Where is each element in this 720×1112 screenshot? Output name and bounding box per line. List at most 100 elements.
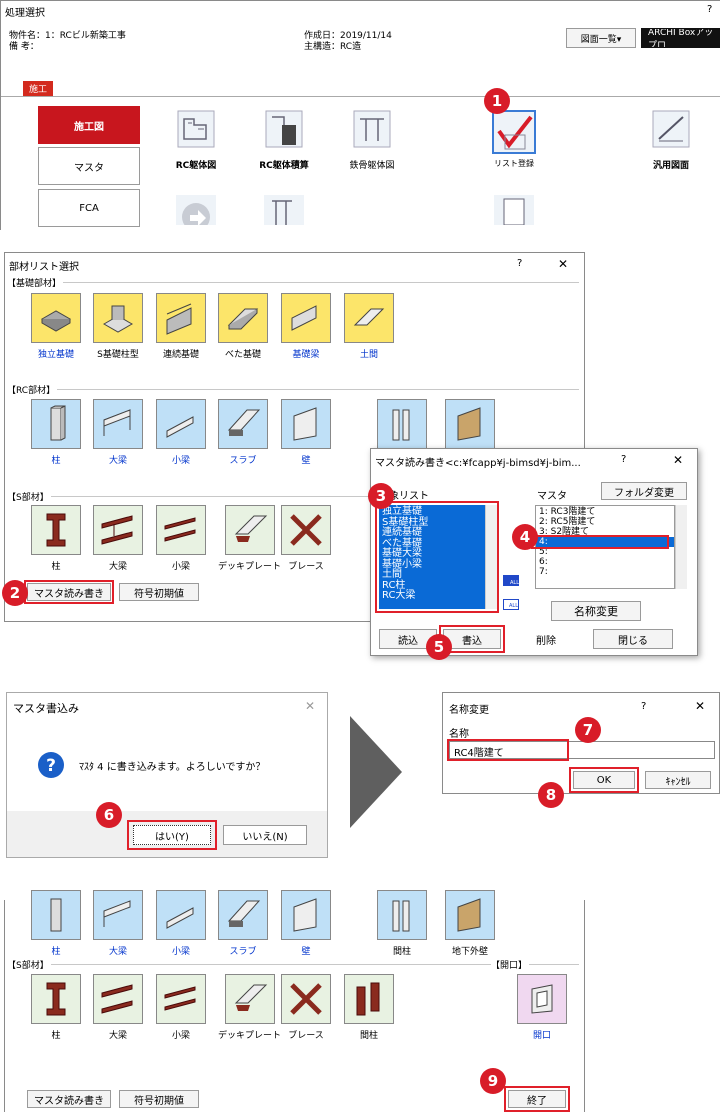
side-button-sekouzu[interactable]: 施工図 xyxy=(38,106,140,144)
divider xyxy=(13,282,579,283)
dialog-title: マスタ読み書き<c:¥fcapp¥j-bimsd¥j-bim... xyxy=(375,458,581,469)
list-item[interactable]: 1: RC3階建て xyxy=(539,507,671,517)
rc-item-basement-wall[interactable] xyxy=(445,399,495,449)
master-list-scrollbar[interactable] xyxy=(675,505,687,589)
rc-structure-drawing-item[interactable]: RC躯体図 xyxy=(171,109,221,171)
continuous-footing-icon xyxy=(156,293,206,343)
rc-item-stud[interactable] xyxy=(377,399,427,449)
rc-item-beam[interactable]: 小梁 xyxy=(156,890,206,957)
rename-button[interactable]: 名称変更 xyxy=(551,601,641,621)
s-item-girder[interactable]: 大梁 xyxy=(93,974,143,1041)
item-label: 土間 xyxy=(359,350,378,360)
code-initial-value-button[interactable]: 符号初期値 xyxy=(119,583,199,601)
rc-item-girder[interactable]: 大梁 xyxy=(93,399,143,466)
help-button[interactable]: ? xyxy=(517,258,522,269)
frame-drawing-icon[interactable] xyxy=(264,195,304,225)
rc-stud-column-icon xyxy=(377,890,427,940)
foundation-item-beam[interactable]: 基礎梁 xyxy=(281,293,331,360)
list-register-item[interactable]: リスト登録 xyxy=(489,109,539,169)
item-label: 柱 xyxy=(51,1031,61,1041)
highlight-box xyxy=(447,739,569,761)
rename-dialog: 名称変更 ? ✕ 名称 RC4階建て OK ｷｬﾝｾﾙ xyxy=(442,692,720,794)
brace-icon xyxy=(281,505,331,555)
s-item-girder[interactable]: 大梁 xyxy=(93,505,143,572)
item-label: 大梁 xyxy=(108,562,127,572)
structure-type: 主構造：RC造 xyxy=(304,42,362,52)
deselect-all-icon[interactable]: ALL xyxy=(503,599,519,610)
close-icon[interactable]: ✕ xyxy=(558,257,568,271)
archi-box-upload-button[interactable]: ARCHI Boxアップロ xyxy=(641,28,720,48)
dialog-title: マスタ書込み xyxy=(13,702,79,715)
side-button-master[interactable]: マスタ xyxy=(38,147,140,185)
s-item-column[interactable]: 柱 xyxy=(31,505,81,572)
item-label: 壁 xyxy=(301,456,311,466)
rc-basement-wall-icon xyxy=(445,399,495,449)
list-item[interactable]: 6: xyxy=(539,557,671,567)
rc-item-beam[interactable]: 小梁 xyxy=(156,399,206,466)
close-icon[interactable]: ✕ xyxy=(673,453,683,467)
step-badge-4: 4 xyxy=(512,524,538,550)
opening-item[interactable]: 開口 xyxy=(517,974,567,1041)
deck-plate-icon xyxy=(224,505,275,555)
steel-structure-drawing-icon xyxy=(353,110,391,148)
rc-item-column[interactable]: 柱 xyxy=(31,890,81,957)
arrow-icon[interactable] xyxy=(176,195,216,225)
rc-beam-icon xyxy=(156,399,206,449)
rc-slab-icon xyxy=(218,399,268,449)
rc-basement-wall-icon xyxy=(445,890,495,940)
rc-item-wall[interactable]: 壁 xyxy=(281,399,331,466)
document-drawing-icon[interactable] xyxy=(494,195,534,225)
s-item-stud[interactable]: 間柱 xyxy=(344,974,394,1041)
item-label: 小梁 xyxy=(171,947,190,957)
s-item-deck[interactable]: デッキプレート xyxy=(218,505,281,572)
help-button[interactable]: ? xyxy=(641,701,646,712)
step-badge-6: 6 xyxy=(96,802,122,828)
s-item-brace[interactable]: ブレース xyxy=(281,505,331,572)
foundation-item-isolated[interactable]: 独立基礎 xyxy=(31,293,81,360)
list-item[interactable]: 7: xyxy=(539,567,671,577)
rc-item-stud[interactable]: 間柱 xyxy=(377,890,427,957)
s-item-column[interactable]: 柱 xyxy=(31,974,81,1041)
rc-item-column[interactable]: 柱 xyxy=(31,399,81,466)
steel-structure-drawing-item[interactable]: 鉄骨躯体図 xyxy=(347,109,397,171)
side-button-fca[interactable]: FCA xyxy=(38,189,140,227)
close-icon[interactable]: ✕ xyxy=(695,699,705,713)
cancel-button[interactable]: ｷｬﾝｾﾙ xyxy=(645,771,711,789)
s-item-deck[interactable]: デッキプレート xyxy=(218,974,281,1041)
foundation-item-continuous[interactable]: 連続基礎 xyxy=(156,293,206,360)
s-item-beam[interactable]: 小梁 xyxy=(156,505,206,572)
help-button[interactable]: ? xyxy=(621,454,626,465)
general-drawing-icon xyxy=(652,110,690,148)
tab-sekou[interactable]: 施工 xyxy=(23,81,53,96)
general-drawing-item[interactable]: 汎用図面 xyxy=(646,109,696,171)
no-button[interactable]: いいえ(N) xyxy=(223,825,307,845)
code-initial-value-button[interactable]: 符号初期値 xyxy=(119,1090,199,1108)
delete-button[interactable]: 削除 xyxy=(517,629,575,649)
list-item[interactable]: 2: RC5階建て xyxy=(539,517,671,527)
close-icon[interactable]: ✕ xyxy=(305,699,315,713)
rc-column-icon xyxy=(31,399,81,449)
step-badge-1: 1 xyxy=(484,88,510,114)
s-item-beam[interactable]: 小梁 xyxy=(156,974,206,1041)
close-button[interactable]: 閉じる xyxy=(593,629,673,649)
deck-plate-icon xyxy=(224,974,275,1024)
folder-change-button[interactable]: フォルダ変更 xyxy=(601,482,687,500)
master-read-write-button[interactable]: マスタ読み書き xyxy=(27,1090,111,1108)
step-badge-3: 3 xyxy=(368,483,394,509)
foundation-item-doma[interactable]: 土間 xyxy=(344,293,394,360)
name-label: 名称 xyxy=(449,729,469,740)
foundation-item-mat[interactable]: べた基礎 xyxy=(218,293,268,360)
drawing-list-button[interactable]: 図面一覧▾ xyxy=(566,28,636,48)
rc-item-wall[interactable]: 壁 xyxy=(281,890,331,957)
rc-item-slab[interactable]: スラブ xyxy=(218,890,268,957)
rc-item-basement-wall[interactable]: 地下外壁 xyxy=(445,890,495,957)
s-item-brace[interactable]: ブレース xyxy=(281,974,331,1041)
rc-structure-estimate-item[interactable]: RC躯体積算 xyxy=(259,109,309,171)
arrow-right-icon xyxy=(350,716,402,828)
rc-item-girder[interactable]: 大梁 xyxy=(93,890,143,957)
help-button[interactable]: ? xyxy=(707,4,712,15)
select-all-icon[interactable]: ALL xyxy=(503,575,519,586)
foundation-item-s-column[interactable]: S基礎柱型 xyxy=(93,293,143,360)
general-drawing-label: 汎用図面 xyxy=(652,161,689,171)
rc-item-slab[interactable]: スラブ xyxy=(218,399,268,466)
